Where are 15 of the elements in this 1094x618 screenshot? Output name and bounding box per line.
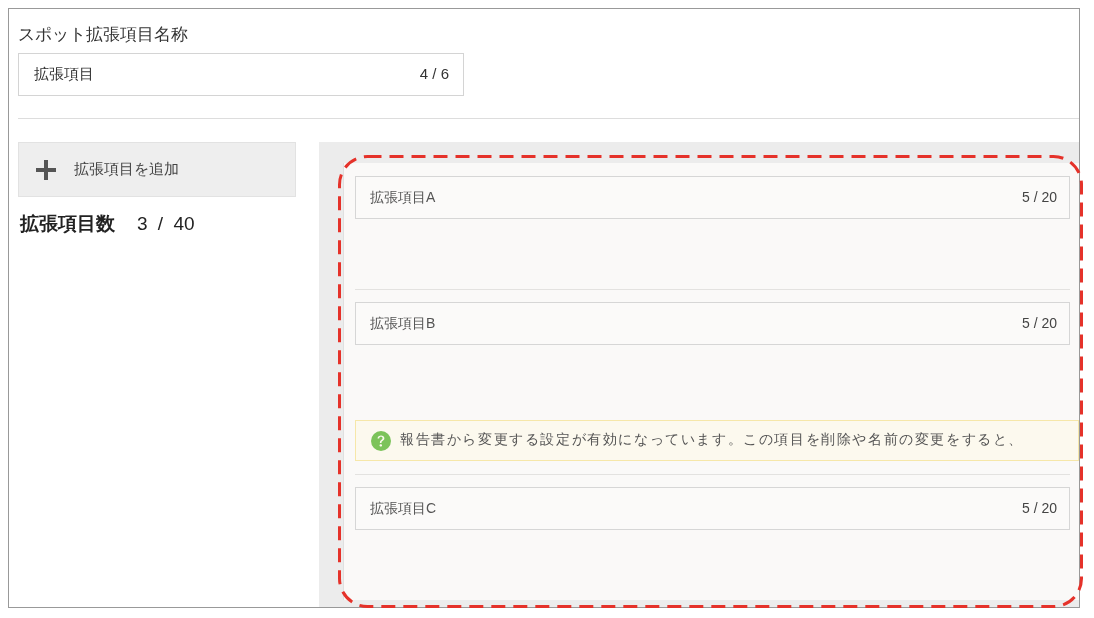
notice-text: 報告書から変更する設定が有効になっています。この項目を削除や名前の変更をすると、 <box>400 431 1024 450</box>
field-label: スポット拡張項目名称 <box>18 24 188 46</box>
item-name-field[interactable]: 拡張項目A 5 / 20 <box>355 176 1070 219</box>
character-counter: 5 / 20 <box>1021 499 1057 518</box>
add-item-button[interactable]: 拡張項目を追加 <box>18 142 296 197</box>
character-counter: 5 / 20 <box>1021 314 1057 333</box>
item-count-label: 拡張項目数 <box>20 212 115 236</box>
character-counter: 4 / 6 <box>419 64 449 85</box>
plus-icon <box>36 159 56 180</box>
item-name-field[interactable]: 拡張項目B 5 / 20 <box>355 302 1070 345</box>
item-name-field[interactable]: 拡張項目C 5 / 20 <box>355 487 1070 530</box>
help-icon <box>371 430 391 451</box>
name-input-field[interactable]: 拡張項目 4 / 6 <box>18 53 464 96</box>
character-counter: 5 / 20 <box>1021 188 1057 207</box>
item-count-value: 3 / 40 <box>137 212 195 236</box>
